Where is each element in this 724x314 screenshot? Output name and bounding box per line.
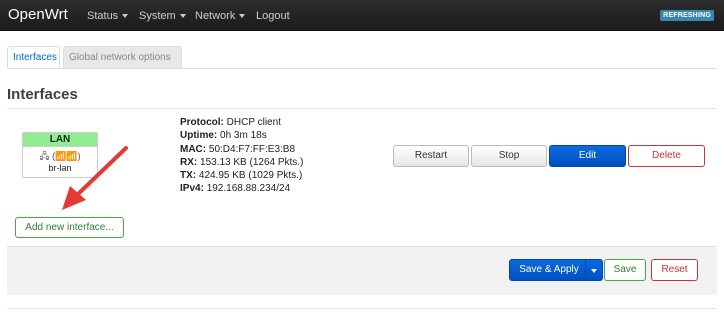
arrow-shaft bbox=[74, 146, 128, 198]
annotation-arrow bbox=[62, 146, 128, 210]
